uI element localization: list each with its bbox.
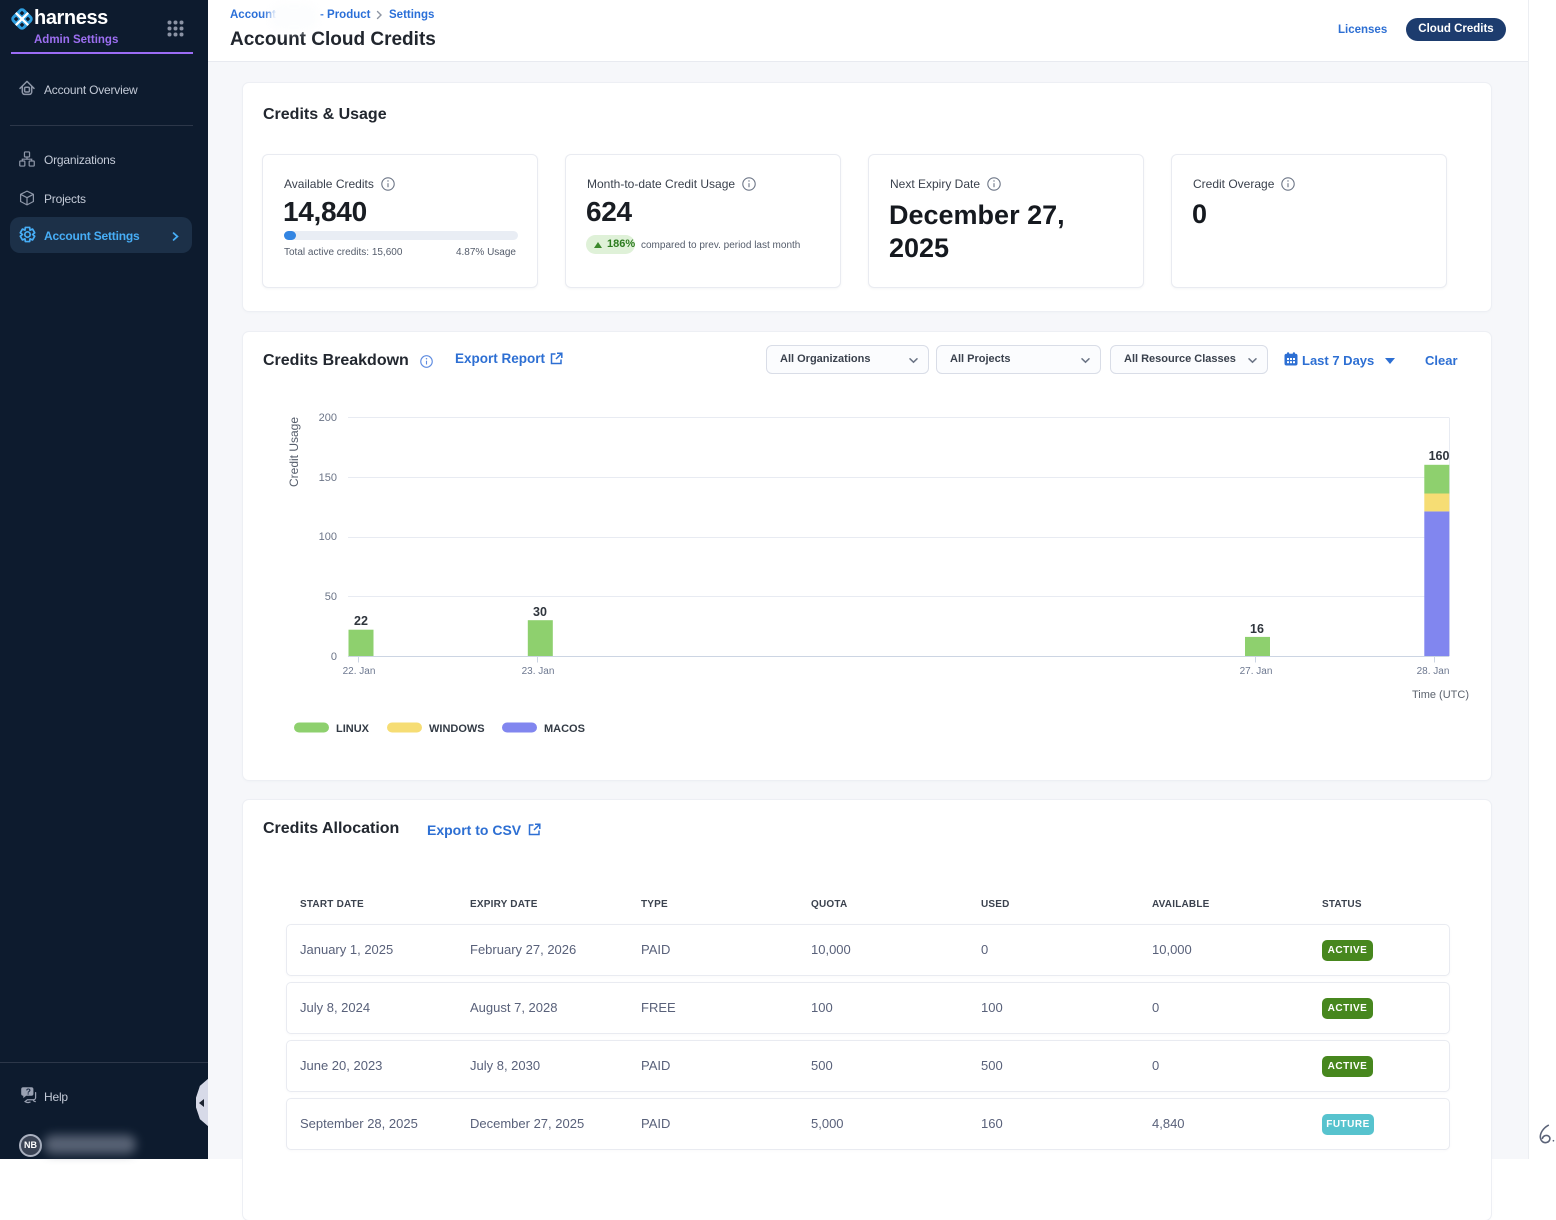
svg-text:100: 100 [319, 531, 337, 543]
svg-text:MACOS: MACOS [544, 723, 585, 735]
svg-text:27. Jan: 27. Jan [1240, 666, 1273, 677]
svg-text:22. Jan: 22. Jan [343, 666, 376, 677]
svg-text:30: 30 [533, 605, 547, 619]
svg-text:150: 150 [319, 472, 337, 484]
svg-text:0: 0 [331, 651, 337, 663]
svg-text:22: 22 [354, 614, 368, 628]
svg-text:WINDOWS: WINDOWS [429, 723, 485, 735]
svg-text:LINUX: LINUX [336, 723, 370, 735]
svg-text:?: ? [26, 1087, 31, 1097]
svg-text:50: 50 [325, 591, 337, 603]
svg-text:160: 160 [1429, 449, 1450, 463]
svg-text:200: 200 [319, 412, 337, 424]
svg-text:Time (UTC): Time (UTC) [1412, 689, 1469, 701]
svg-text:Credit Usage: Credit Usage [287, 417, 301, 487]
svg-text:23. Jan: 23. Jan [522, 666, 555, 677]
svg-text:16: 16 [1250, 622, 1264, 636]
svg-text:28. Jan: 28. Jan [1417, 666, 1450, 677]
